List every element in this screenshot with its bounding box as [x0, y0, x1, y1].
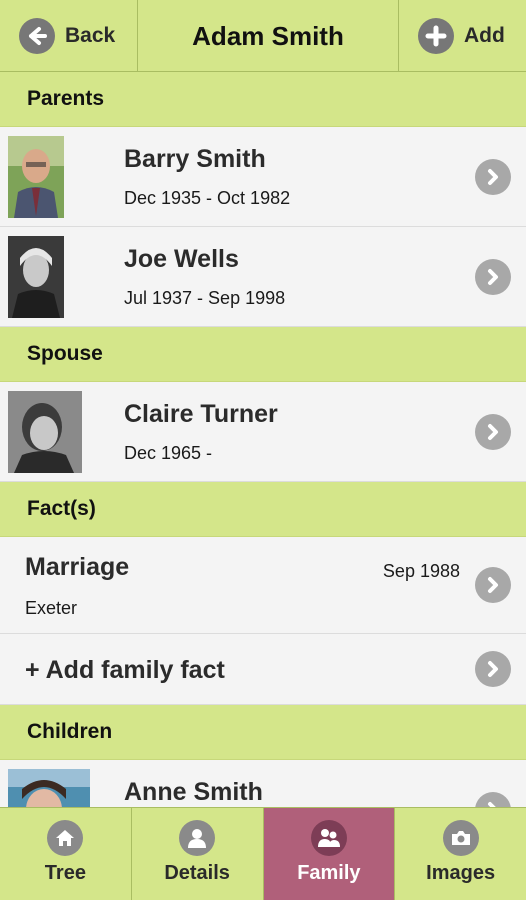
person-name: Joe Wells [124, 245, 239, 273]
tab-images[interactable]: Images [395, 808, 526, 900]
person-row-barry-smith[interactable]: Barry Smith Dec 1935 - Oct 1982 [0, 127, 526, 227]
house-icon [47, 820, 84, 856]
family-icon [310, 820, 347, 856]
tab-label: Details [164, 862, 230, 884]
chevron-right-icon[interactable] [475, 413, 511, 450]
fact-type: Marriage [25, 553, 130, 581]
family-list[interactable]: Parents Barry Smith Dec 1935 - Oct 1982 [0, 72, 526, 807]
fact-date: Sep 1988 [382, 561, 460, 581]
person-photo [8, 391, 82, 473]
fact-row-marriage[interactable]: Marriage Sep 1988 Exeter [0, 537, 526, 634]
person-name: Barry Smith [124, 145, 266, 173]
tab-tree[interactable]: Tree [0, 808, 132, 900]
section-header-spouse: Spouse [0, 327, 526, 382]
person-icon [179, 820, 216, 856]
person-dates: Dec 1935 - Oct 1982 [124, 188, 291, 208]
chevron-right-icon[interactable] [475, 158, 511, 195]
tab-label: Tree [44, 862, 86, 884]
person-name: Claire Turner [124, 400, 278, 428]
tab-label: Images [426, 862, 496, 884]
bottom-tab-bar: Tree Details Family Images [0, 807, 526, 900]
page-title: Adam Smith [192, 20, 344, 51]
back-arrow-icon [19, 18, 55, 54]
add-family-fact-row[interactable]: + Add family fact [0, 634, 526, 705]
person-row-joe-wells[interactable]: Joe Wells Jul 1937 - Sep 1998 [0, 227, 526, 327]
back-button[interactable]: Back [0, 0, 138, 72]
chevron-right-icon[interactable] [475, 791, 511, 807]
tab-details[interactable]: Details [132, 808, 264, 900]
person-photo [8, 769, 90, 807]
person-row-claire-turner[interactable]: Claire Turner Dec 1965 - [0, 382, 526, 482]
add-button[interactable]: Add [398, 0, 526, 72]
person-photo [8, 236, 64, 318]
camera-icon [442, 820, 479, 856]
top-bar: Back Adam Smith Add [0, 0, 526, 72]
chevron-right-icon[interactable] [475, 258, 511, 295]
person-dates: Dec 1965 - [124, 443, 213, 463]
person-dates: Jul 1937 - Sep 1998 [124, 288, 286, 308]
tab-label: Family [297, 862, 361, 884]
section-header-facts: Fact(s) [0, 482, 526, 537]
chevron-right-icon[interactable] [475, 651, 511, 687]
person-photo [8, 136, 64, 218]
back-label: Back [65, 24, 116, 47]
person-row-anne-smith[interactable]: Anne Smith [0, 760, 526, 807]
chevron-right-icon[interactable] [475, 567, 511, 603]
section-header-children: Children [0, 705, 526, 760]
plus-icon [418, 18, 454, 54]
add-label: Add [464, 24, 505, 47]
section-header-parents: Parents [0, 72, 526, 127]
add-family-fact-label: + Add family fact [25, 656, 225, 684]
fact-place: Exeter [25, 598, 78, 618]
tab-family[interactable]: Family [263, 808, 396, 900]
person-name: Anne Smith [124, 778, 263, 806]
